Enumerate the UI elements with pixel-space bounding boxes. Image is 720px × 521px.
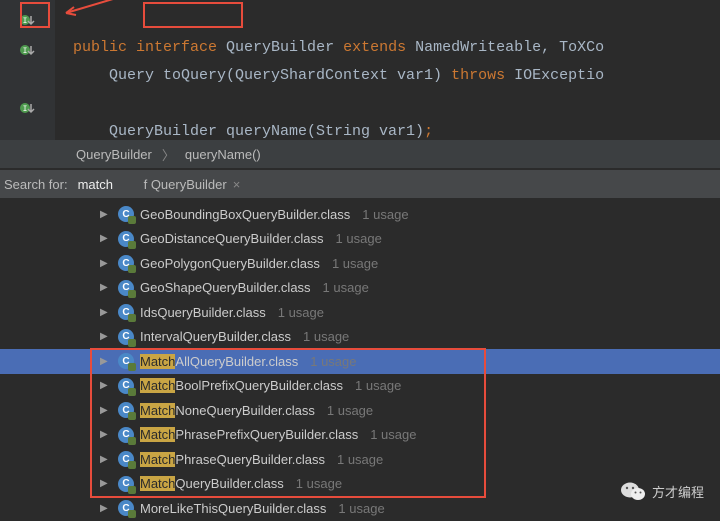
class-icon: C (118, 304, 134, 320)
class-name: MatchPhraseQueryBuilder.class (140, 452, 325, 467)
expand-arrow-icon[interactable]: ▶ (100, 356, 112, 367)
class-name: MatchAllQueryBuilder.class (140, 354, 298, 369)
usage-count: 1 usage (296, 476, 342, 491)
annotation-box (20, 2, 50, 28)
keyword: public (73, 39, 127, 56)
tree-row[interactable]: ▶ C GeoPolygonQueryBuilder.class 1 usage (0, 251, 720, 276)
class-icon: C (118, 378, 134, 394)
wechat-icon (620, 480, 646, 502)
class-icon: C (118, 476, 134, 492)
semicolon: ; (424, 123, 433, 140)
breadcrumb-item[interactable]: QueryBuilder (76, 147, 152, 162)
tree-row[interactable]: ▶ C MatchNoneQueryBuilder.class 1 usage (0, 398, 720, 423)
usage-count: 1 usage (336, 231, 382, 246)
implements-gutter-icon[interactable]: I (0, 36, 55, 64)
search-bar: Search for: f QueryBuilder × (0, 170, 720, 198)
class-icon: C (118, 329, 134, 345)
tree-row[interactable]: ▶ C MatchPhraseQueryBuilder.class 1 usage (0, 447, 720, 472)
usage-count: 1 usage (370, 427, 416, 442)
class-name: GeoShapeQueryBuilder.class (140, 280, 311, 295)
expand-arrow-icon[interactable]: ▶ (100, 478, 112, 489)
class-icon: C (118, 427, 134, 443)
svg-text:I: I (22, 105, 27, 114)
class-icon: C (118, 280, 134, 296)
usage-count: 1 usage (323, 280, 369, 295)
usage-count: 1 usage (327, 403, 373, 418)
tree-row[interactable]: ▶ C MatchPhrasePrefixQueryBuilder.class 1 u… (0, 423, 720, 448)
class-icon: C (118, 206, 134, 222)
expand-arrow-icon[interactable]: ▶ (100, 454, 112, 465)
expand-arrow-icon[interactable]: ▶ (100, 405, 112, 416)
code-text: NamedWriteable, ToXCo (406, 39, 604, 56)
tree-row[interactable]: ▶ C MatchBoolPrefixQueryBuilder.class 1 usa… (0, 374, 720, 399)
class-name: MatchQueryBuilder.class (140, 476, 284, 491)
class-icon: C (118, 451, 134, 467)
code-text: Query toQuery(QueryShardContext var1) (73, 67, 451, 84)
expand-arrow-icon[interactable]: ▶ (100, 282, 112, 293)
tree-row[interactable]: ▶ C GeoBoundingBoxQueryBuilder.class 1 usag… (0, 202, 720, 227)
chevron-right-icon: 〉 (162, 145, 175, 164)
usage-count: 1 usage (332, 256, 378, 271)
expand-arrow-icon[interactable]: ▶ (100, 233, 112, 244)
class-name: MatchNoneQueryBuilder.class (140, 403, 315, 418)
usage-count: 1 usage (362, 207, 408, 222)
class-name: IntervalQueryBuilder.class (140, 329, 291, 344)
class-name: GeoBoundingBoxQueryBuilder.class (140, 207, 350, 222)
tree-row[interactable]: ▶ C MatchQueryBuilder.class 1 usage (0, 472, 720, 497)
code-text: QueryBuilder queryName(String var1) (73, 123, 424, 140)
search-label: Search for: (4, 177, 68, 192)
class-name: IdsQueryBuilder.class (140, 305, 266, 320)
class-name: GeoDistanceQueryBuilder.class (140, 231, 324, 246)
usage-count: 1 usage (355, 378, 401, 393)
breadcrumb-item[interactable]: queryName() (185, 147, 261, 162)
usage-count: 1 usage (303, 329, 349, 344)
expand-arrow-icon[interactable]: ▶ (100, 331, 112, 342)
search-input[interactable] (78, 177, 138, 192)
tree-row[interactable]: ▶ C IntervalQueryBuilder.class 1 usage (0, 325, 720, 350)
class-name: MatchPhrasePrefixQueryBuilder.class (140, 427, 358, 442)
class-icon: C (118, 353, 134, 369)
tree-row[interactable]: ▶ C GeoShapeQueryBuilder.class 1 usage (0, 276, 720, 301)
class-icon: C (118, 255, 134, 271)
expand-arrow-icon[interactable]: ▶ (100, 380, 112, 391)
class-icon: C (118, 231, 134, 247)
tree-row[interactable]: ▶ C IdsQueryBuilder.class 1 usage (0, 300, 720, 325)
class-name: GeoPolygonQueryBuilder.class (140, 256, 320, 271)
hierarchy-tab-label[interactable]: f QueryBuilder (144, 177, 227, 192)
class-icon: C (118, 402, 134, 418)
annotation-box (143, 2, 243, 28)
close-icon[interactable]: × (233, 177, 241, 192)
code-editor: I I I public interface QueryBuilder exte… (0, 0, 720, 140)
keyword: extends (343, 39, 406, 56)
svg-text:I: I (22, 47, 27, 56)
keyword: interface (136, 39, 217, 56)
watermark-text: 方才编程 (652, 482, 704, 501)
keyword: throws (451, 67, 505, 84)
watermark: 方才编程 (620, 480, 704, 502)
hierarchy-tree[interactable]: ▶ C GeoBoundingBoxQueryBuilder.class 1 usag… (0, 168, 720, 521)
implements-gutter-icon[interactable]: I (0, 94, 55, 122)
usage-count: 1 usage (278, 305, 324, 320)
expand-arrow-icon[interactable]: ▶ (100, 258, 112, 269)
tree-row[interactable]: ▶CMoreLikeThisQueryBuilder.class1 usage (0, 496, 720, 521)
expand-arrow-icon[interactable]: ▶ (100, 209, 112, 220)
expand-arrow-icon[interactable]: ▶ (100, 429, 112, 440)
tree-row[interactable]: ▶ C GeoDistanceQueryBuilder.class 1 usage (0, 227, 720, 252)
code-text: IOExceptio (505, 67, 604, 84)
tree-row[interactable]: ▶ C MatchAllQueryBuilder.class 1 usage (0, 349, 720, 374)
code-text: QueryBuilder (217, 39, 343, 56)
usage-count: 1 usage (337, 452, 383, 467)
expand-arrow-icon[interactable]: ▶ (100, 307, 112, 318)
usage-count: 1 usage (310, 354, 356, 369)
class-name: MatchBoolPrefixQueryBuilder.class (140, 378, 343, 393)
expand-arrow-icon[interactable]: ▶ (100, 503, 112, 514)
code-block[interactable]: public interface QueryBuilder extends Na… (55, 0, 604, 140)
